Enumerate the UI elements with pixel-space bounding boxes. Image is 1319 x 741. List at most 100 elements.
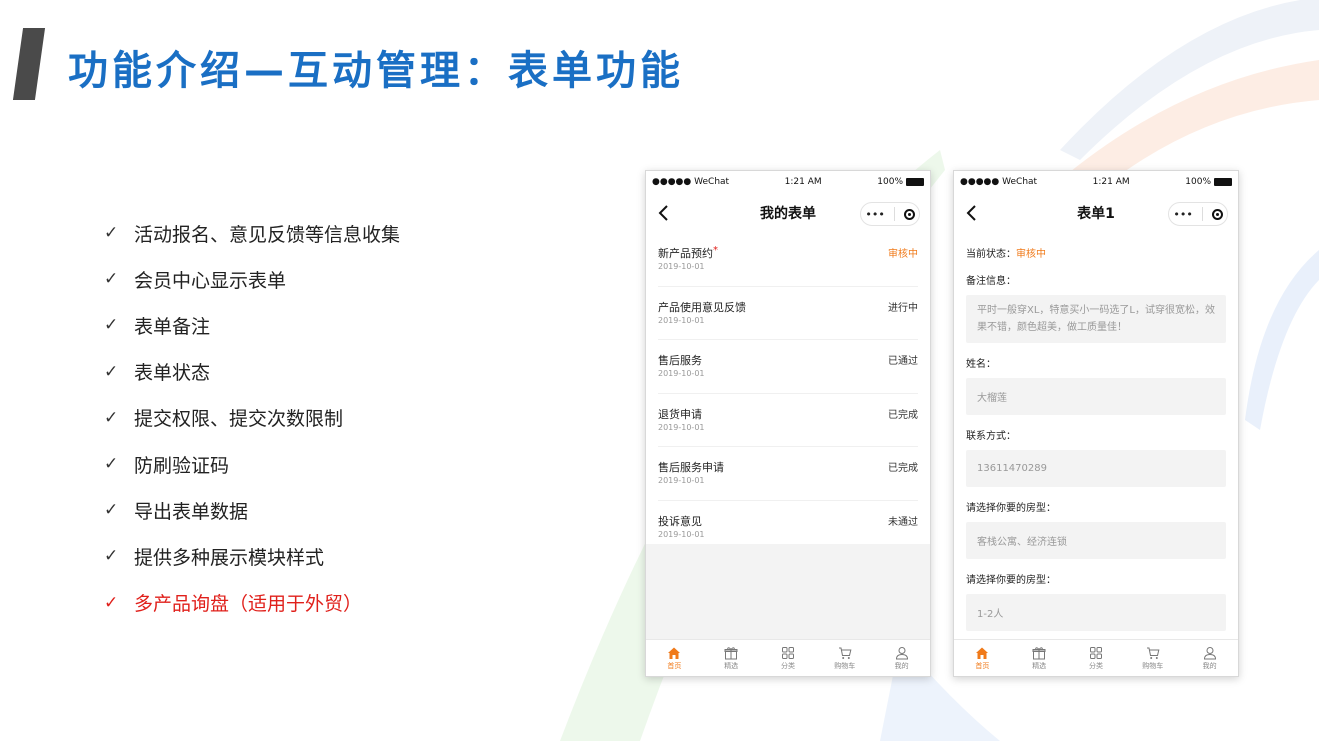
page-title: 功能介绍—互动管理：表单功能 (68, 48, 684, 94)
check-icon: ✓ (104, 223, 119, 244)
feature-list: ✓ 活动报名、意见反馈等信息收集 ✓ 会员中心显示表单 ✓ 表单备注 ✓ 表单状态 ✓ 提… (104, 210, 400, 626)
cart-icon (1146, 647, 1160, 659)
grid-icon (1089, 646, 1102, 659)
feature-item: ✓ 表单备注 (104, 302, 400, 348)
tab-label: 分类 (1088, 661, 1103, 670)
form-status: 已通过 (888, 356, 918, 367)
check-icon: ✓ (104, 407, 119, 428)
room-type-label: 请选择你要的房型： (966, 575, 1056, 586)
feature-text: 会员中心显示表单 (134, 269, 287, 292)
feature-item: ✓ 防刷验证码 (104, 441, 400, 487)
back-icon[interactable] (962, 203, 982, 223)
form-name: 售后服务 (658, 354, 702, 367)
remark-field[interactable]: 平时一般穿XL，特意买小一码选了L，试穿很宽松，效果不错，颜色超美，做工质量佳！ (966, 295, 1226, 343)
current-status: 当前状态：审核中 (966, 245, 1226, 260)
remark-label: 备注信息： (966, 276, 1016, 287)
nav-title: 表单1 (1077, 206, 1115, 222)
capsule-divider (1201, 207, 1203, 221)
check-icon: ✓ (104, 315, 119, 336)
feature-text: 导出表单数据 (134, 500, 249, 523)
tab-home[interactable]: 首页 (954, 640, 1011, 676)
user-icon (1203, 646, 1216, 659)
user-icon (895, 646, 908, 659)
nav-title: 我的表单 (760, 206, 816, 222)
time-label: 1:21 AM (1092, 177, 1130, 187)
capsule-divider (893, 207, 895, 221)
more-icon[interactable]: ••• (1173, 208, 1192, 221)
form-status: 已完成 (888, 463, 918, 474)
tab-cart[interactable]: 购物车 (816, 640, 873, 676)
tab-featured[interactable]: 精选 (1011, 640, 1068, 676)
check-icon: ✓ (104, 592, 119, 613)
form-date: 2019-10-01 (658, 476, 705, 485)
tab-category[interactable]: 分类 (1068, 640, 1125, 676)
feature-item: ✓ 活动报名、意见反馈等信息收集 (104, 210, 400, 256)
tab-bar: 首页 精选 分类 购物车 我的 (954, 639, 1238, 676)
carrier-label: ●●●●● WeChat (652, 177, 730, 187)
tab-category[interactable]: 分类 (760, 640, 817, 676)
grid-icon (781, 646, 794, 659)
battery-icon (1214, 178, 1232, 186)
form-list-item[interactable]: 新产品预约* 2019-10-01 审核中 (658, 233, 918, 287)
tab-mine[interactable]: 我的 (1181, 640, 1238, 676)
status-label: 当前状态： (966, 249, 1016, 260)
tab-label: 首页 (975, 661, 990, 670)
form-name: 投诉意见 (658, 514, 702, 528)
form-status: 审核中 (888, 249, 918, 260)
tab-label: 首页 (667, 661, 682, 670)
form-list-item[interactable]: 产品使用意见反馈 2019-10-01 进行中 (658, 287, 918, 340)
status-bar: ●●●●● WeChat 1:21 AM 100% (646, 171, 930, 193)
tab-home[interactable]: 首页 (646, 640, 703, 676)
feature-item: ✓ 表单状态 (104, 349, 400, 395)
feature-text: 表单备注 (134, 315, 211, 338)
name-label: 姓名： (966, 359, 996, 370)
gift-icon (1032, 646, 1046, 659)
room-size-select[interactable]: 1-2人 (966, 594, 1226, 631)
tab-label: 我的 (1202, 661, 1217, 670)
form-list-item[interactable]: 退货申请 2019-10-01 已完成 (658, 394, 918, 447)
check-icon: ✓ (104, 546, 119, 567)
form-date: 2019-10-01 (658, 315, 705, 325)
gift-icon (724, 646, 738, 659)
feature-item: ✓ 提交权限、提交次数限制 (104, 395, 400, 441)
close-target-icon[interactable] (1211, 208, 1223, 220)
name-field[interactable]: 大榴莲 (966, 378, 1226, 415)
phone-my-forms: ●●●●● WeChat 1:21 AM 100% 我的表单 ••• 新产品预约… (645, 170, 931, 677)
check-icon: ✓ (104, 361, 119, 382)
close-target-icon[interactable] (903, 208, 915, 220)
form-date: 2019-10-01 (658, 422, 705, 432)
tab-cart[interactable]: 购物车 (1124, 640, 1181, 676)
form-status: 已完成 (888, 409, 918, 421)
empty-area (646, 544, 930, 639)
form-list-item[interactable]: 售后服务申请 2019-10-01 已完成 (658, 447, 918, 501)
tab-label: 购物车 (1142, 661, 1164, 670)
feature-item: ✓ 导出表单数据 (104, 487, 400, 533)
home-icon (668, 647, 681, 659)
more-icon[interactable]: ••• (865, 208, 884, 221)
battery: 100% (1185, 177, 1232, 187)
status-bar: ●●●●● WeChat 1:21 AM 100% (954, 171, 1238, 193)
feature-text: 提供多种展示模块样式 (134, 546, 325, 569)
feature-item: ✓ 会员中心显示表单 (104, 256, 400, 302)
battery-label: 100% (1185, 177, 1211, 187)
time-label: 1:21 AM (784, 177, 822, 187)
nav-bar: 表单1 ••• (954, 193, 1238, 233)
tab-label: 购物车 (834, 661, 856, 670)
battery-icon (906, 178, 924, 186)
room-type-select[interactable]: 客栈公寓、经济连锁 (966, 522, 1226, 559)
form-name: 新产品预约 (658, 247, 713, 260)
form-list-item[interactable]: 售后服务 2019-10-01 已通过 (658, 340, 918, 394)
form-date: 2019-10-01 (658, 529, 705, 539)
feature-text: 防刷验证码 (134, 454, 230, 477)
back-icon[interactable] (654, 203, 674, 223)
feature-item-highlight: ✓ 多产品询盘（适用于外贸） (104, 580, 400, 626)
status-value: 审核中 (1016, 249, 1046, 260)
feature-text: 多产品询盘（适用于外贸） (134, 593, 363, 616)
contact-field[interactable]: 13611470289 (966, 450, 1226, 487)
tab-mine[interactable]: 我的 (873, 640, 930, 676)
tab-featured[interactable]: 精选 (703, 640, 760, 676)
check-icon: ✓ (104, 454, 119, 475)
battery-label: 100% (877, 177, 903, 187)
required-mark: * (713, 245, 718, 256)
form-name: 售后服务申请 (658, 461, 724, 474)
